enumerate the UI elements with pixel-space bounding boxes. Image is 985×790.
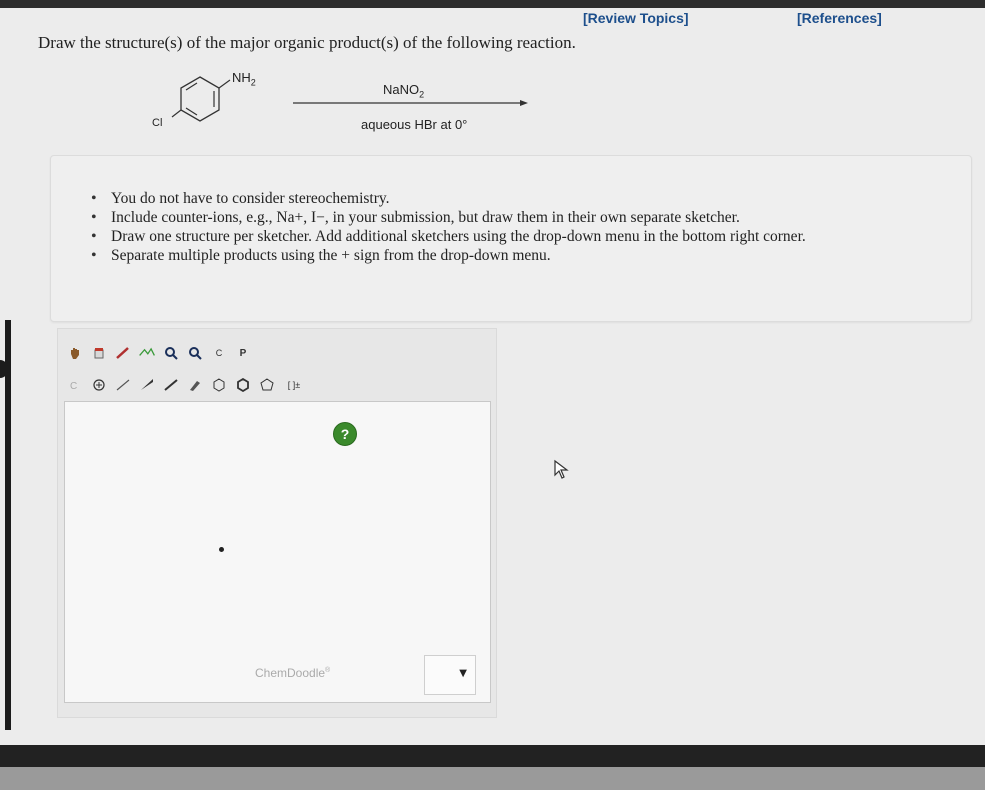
help-button[interactable]: ? (333, 422, 357, 446)
question-prompt: Draw the structure(s) of the major organ… (38, 33, 576, 52)
eraser-icon[interactable] (90, 344, 108, 362)
hexagon-ring-icon[interactable] (234, 376, 252, 394)
hand-icon[interactable] (66, 344, 84, 362)
bracket-icon[interactable]: [ ]± (282, 376, 306, 394)
paste-icon[interactable]: P (234, 344, 252, 362)
single-bond-icon[interactable] (114, 376, 132, 394)
chloro-group-label: Cl (152, 117, 163, 129)
lasso-icon[interactable] (138, 344, 156, 362)
canvas-marker (219, 547, 224, 552)
desk-surface (0, 767, 985, 790)
instruction-item: You do not have to consider stereochemis… (91, 189, 806, 208)
references-link[interactable]: [References] (797, 10, 882, 26)
wedge-bond-icon[interactable] (138, 376, 156, 394)
add-sketcher-dropdown[interactable]: ▼ (424, 655, 476, 695)
instructions-list: You do not have to consider stereochemis… (91, 189, 806, 265)
chemdoodle-watermark: ChemDoodle® (255, 666, 331, 680)
instruction-item: Draw one structure per sketcher. Add add… (91, 227, 806, 246)
chevron-down-icon: ▼ (459, 668, 467, 679)
svg-text:C: C (70, 381, 77, 391)
chain-icon[interactable] (186, 376, 204, 394)
top-bar (0, 0, 985, 8)
screen-bezel-bottom (0, 745, 985, 767)
dash-bond-icon[interactable] (162, 376, 180, 394)
zoom-in-icon[interactable] (162, 344, 180, 362)
zoom-out-icon[interactable] (186, 344, 204, 362)
carbon-atom-icon[interactable]: C (66, 376, 84, 394)
instructions-box: You do not have to consider stereochemis… (50, 155, 972, 322)
benzene-ring-icon[interactable] (210, 376, 228, 394)
amine-group-label: NH2 (232, 70, 256, 88)
instruction-item: Separate multiple products using the + s… (91, 246, 806, 265)
sketcher-toolbar-bottom: C [ ]± (66, 375, 306, 395)
reagent-below-arrow: aqueous HBr at 0° (361, 117, 468, 132)
review-topics-link[interactable]: [Review Topics] (583, 10, 689, 26)
pencil-icon[interactable] (114, 344, 132, 362)
screen-left-edge (5, 320, 11, 730)
pentagon-ring-icon[interactable] (258, 376, 276, 394)
instruction-item: Include counter-ions, e.g., Na+, I−, in … (91, 208, 806, 227)
copy-icon[interactable]: C (210, 344, 228, 362)
reaction-scheme: NH2 Cl NaNO2 aqueous HBr at 0° (140, 62, 540, 142)
reagent-above-arrow: NaNO2 (383, 82, 425, 100)
reactant-structure (171, 76, 528, 122)
charge-icon[interactable] (90, 376, 108, 394)
sketcher-toolbar-top: C P (66, 343, 252, 363)
mouse-pointer-icon (553, 459, 571, 486)
